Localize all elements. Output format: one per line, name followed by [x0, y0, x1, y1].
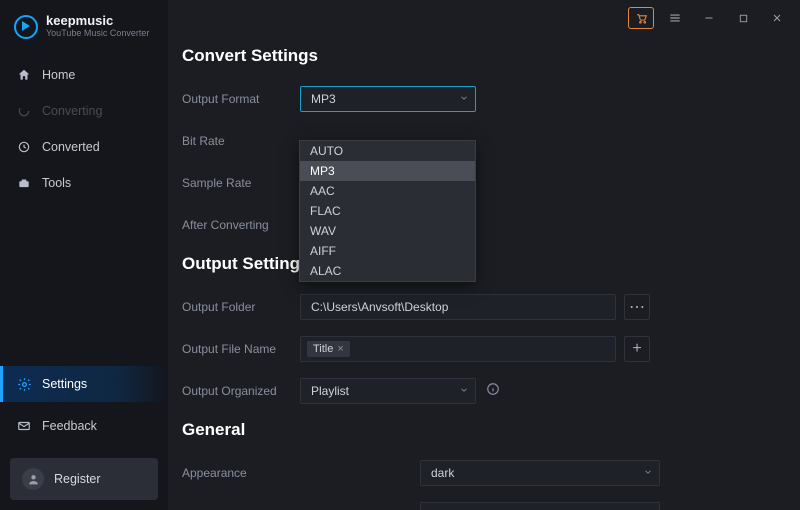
- spinner-icon: [16, 103, 32, 119]
- brand-logo-icon: [14, 15, 38, 39]
- input-output-filename[interactable]: Title ×: [300, 336, 616, 362]
- sidebar: keepmusic YouTube Music Converter Home C…: [0, 0, 168, 510]
- input-output-folder-value: C:\Users\Anvsoft\Desktop: [311, 300, 448, 314]
- sidebar-item-converted[interactable]: Converted: [0, 129, 168, 165]
- browse-folder-button[interactable]: ⋯: [624, 294, 650, 320]
- register-label: Register: [54, 472, 101, 486]
- remove-chip-icon[interactable]: ×: [337, 343, 343, 355]
- brand-title: keepmusic: [46, 14, 149, 28]
- format-option-flac[interactable]: FLAC: [300, 201, 475, 221]
- select-appearance[interactable]: dark: [420, 460, 660, 486]
- sidebar-item-label: Settings: [42, 377, 87, 391]
- select-output-organized-value: Playlist: [311, 384, 349, 398]
- minimize-button[interactable]: [696, 7, 722, 29]
- filename-chip-title: Title ×: [307, 341, 350, 357]
- sidebar-item-label: Home: [42, 68, 75, 82]
- select-appearance-value: dark: [431, 466, 454, 480]
- select-output-format[interactable]: MP3: [300, 86, 476, 112]
- format-option-auto[interactable]: AUTO: [300, 141, 475, 161]
- user-icon: [22, 468, 44, 490]
- toolbox-icon: [16, 175, 32, 191]
- label-appearance: Appearance: [182, 466, 420, 480]
- format-option-alac[interactable]: ALAC: [300, 261, 475, 281]
- sidebar-item-settings[interactable]: Settings: [0, 366, 168, 402]
- label-bit-rate: Bit Rate: [182, 134, 300, 148]
- sidebar-item-tools[interactable]: Tools: [0, 165, 168, 201]
- info-icon[interactable]: [486, 382, 500, 401]
- chevron-down-icon: [459, 92, 469, 106]
- cart-button[interactable]: [628, 7, 654, 29]
- brand: keepmusic YouTube Music Converter: [0, 0, 168, 51]
- label-output-format: Output Format: [182, 92, 300, 106]
- section-title-output: Output Settings: [182, 254, 800, 274]
- output-format-dropdown: AUTOMP3AACFLACWAVAIFFALAC: [299, 140, 476, 282]
- maximize-button[interactable]: [730, 7, 756, 29]
- nav-top: Home Converting Converted Tools: [0, 57, 168, 201]
- label-output-folder: Output Folder: [182, 300, 300, 314]
- sidebar-item-feedback[interactable]: Feedback: [0, 408, 168, 444]
- gear-icon: [16, 376, 32, 392]
- sidebar-item-label: Feedback: [42, 419, 97, 433]
- sidebar-item-label: Converting: [42, 104, 102, 118]
- section-title-convert: Convert Settings: [182, 46, 800, 66]
- register-button[interactable]: Register: [10, 458, 158, 500]
- sidebar-item-converting[interactable]: Converting: [0, 93, 168, 129]
- format-option-wav[interactable]: WAV: [300, 221, 475, 241]
- titlebar: [168, 0, 800, 36]
- sidebar-item-label: Converted: [42, 140, 100, 154]
- format-option-aac[interactable]: AAC: [300, 181, 475, 201]
- format-option-mp3[interactable]: MP3: [300, 161, 475, 181]
- clock-icon: [16, 139, 32, 155]
- close-button[interactable]: [764, 7, 790, 29]
- label-output-organized: Output Organized: [182, 384, 300, 398]
- sidebar-item-label: Tools: [42, 176, 71, 190]
- select-output-organized[interactable]: Playlist: [300, 378, 476, 404]
- input-output-folder[interactable]: C:\Users\Anvsoft\Desktop: [300, 294, 616, 320]
- chevron-down-icon: [459, 384, 469, 398]
- select-output-format-value: MP3: [311, 92, 336, 106]
- add-filename-token-button[interactable]: +: [624, 336, 650, 362]
- brand-subtitle: YouTube Music Converter: [46, 28, 149, 39]
- section-title-general: General: [182, 420, 800, 440]
- home-icon: [16, 67, 32, 83]
- label-output-file-name: Output File Name: [182, 342, 300, 356]
- select-languages[interactable]: English: [420, 502, 660, 510]
- mail-icon: [16, 418, 32, 434]
- format-option-aiff[interactable]: AIFF: [300, 241, 475, 261]
- sidebar-item-home[interactable]: Home: [0, 57, 168, 93]
- label-after-converting: After Converting: [182, 218, 300, 232]
- menu-button[interactable]: [662, 7, 688, 29]
- label-sample-rate: Sample Rate: [182, 176, 300, 190]
- chevron-down-icon: [643, 466, 653, 480]
